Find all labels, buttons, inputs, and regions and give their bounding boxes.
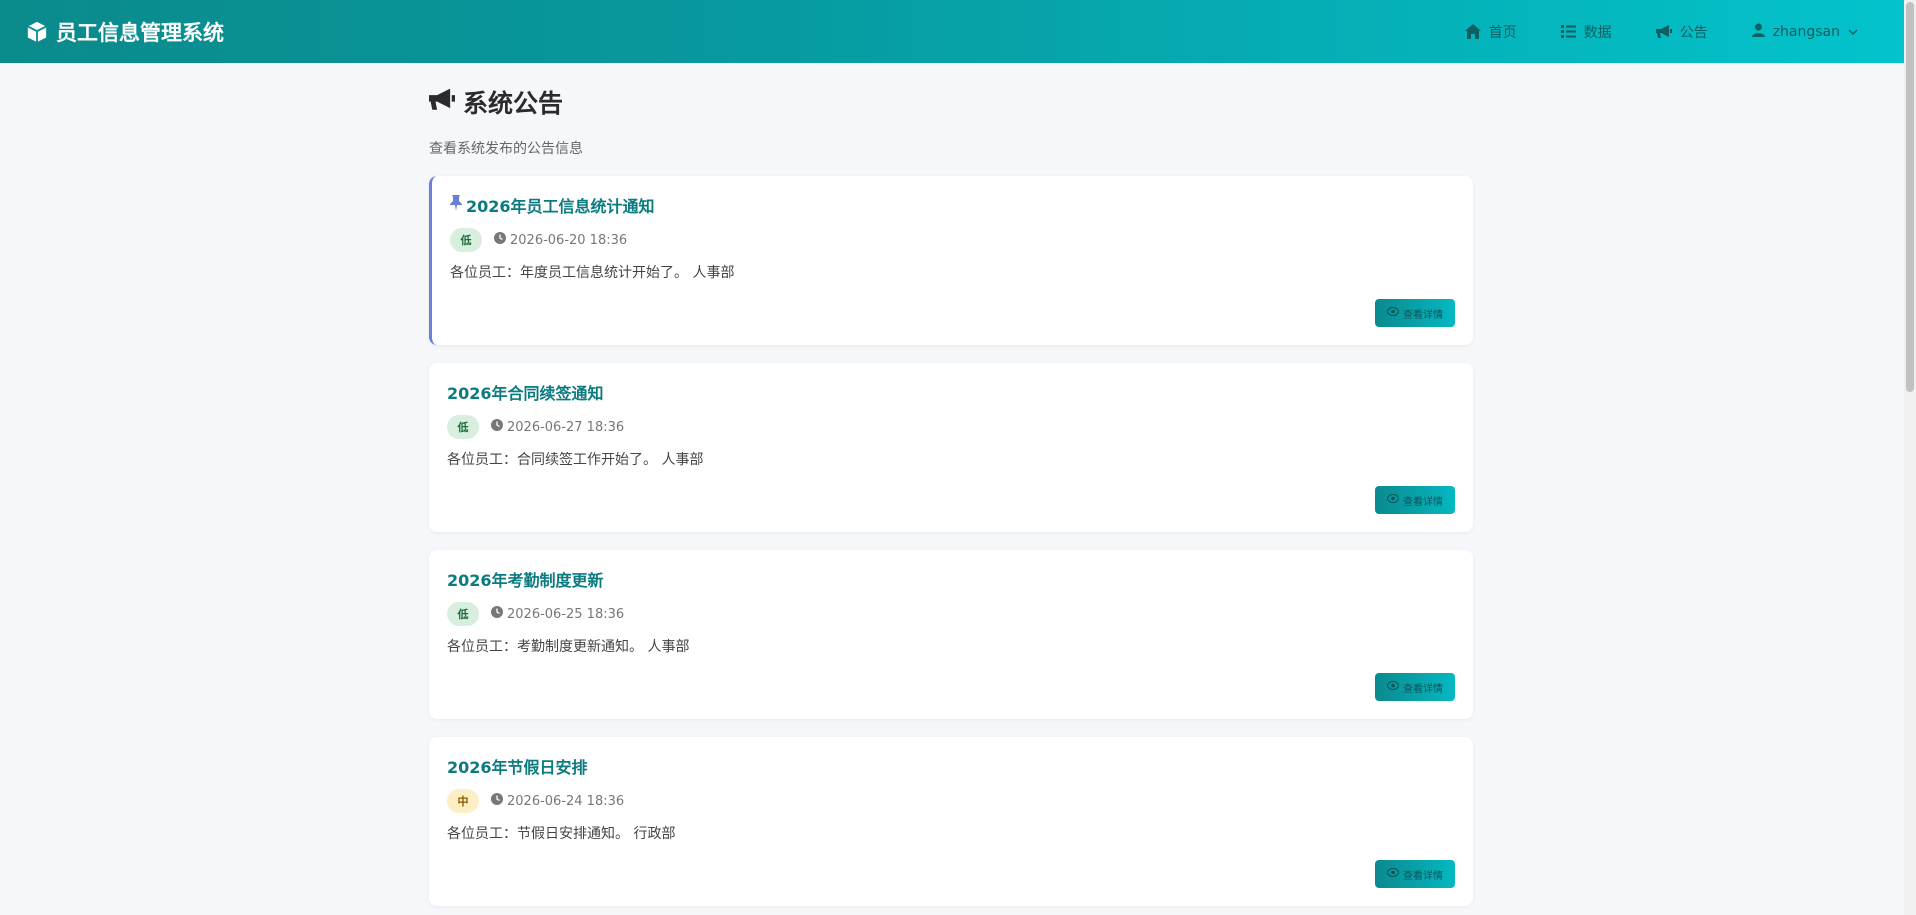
publish-time-text: 2026-06-24 18:36	[507, 793, 625, 809]
publish-time-text: 2026-06-20 18:36	[510, 232, 628, 248]
publish-time-text: 2026-06-27 18:36	[507, 419, 625, 435]
card-meta: 低 2026-06-20 18:36	[450, 228, 1455, 252]
announcement-card: 2026年员工信息统计通知 低 2026-06-20 18:36 各位员工：年度…	[429, 176, 1473, 345]
announcement-card: 2026年合同续签通知 低 2026-06-27 18:36 各位员工：合同续签…	[429, 363, 1473, 532]
user-icon	[1751, 23, 1765, 41]
priority-badge: 低	[447, 415, 479, 439]
home-icon	[1464, 24, 1481, 39]
announcement-title[interactable]: 2026年考勤制度更新	[447, 567, 604, 591]
megaphone-icon	[429, 88, 455, 116]
clock-icon	[494, 232, 506, 248]
clock-icon	[491, 793, 503, 809]
card-title-row: 2026年合同续签通知	[447, 381, 1455, 403]
card-meta: 中 2026-06-24 18:36	[447, 789, 1455, 813]
nav-menu: 首页 数据 公告 zhangsan	[1464, 22, 1878, 42]
page-subtitle: 查看系统发布的公告信息	[429, 141, 583, 157]
page-header: 系统公告	[429, 80, 1473, 124]
eye-icon	[1386, 867, 1400, 880]
publish-time-text: 2026-06-25 18:36	[507, 606, 625, 622]
chevron-down-icon	[1848, 24, 1858, 40]
view-detail-button[interactable]: 查看详情	[1375, 486, 1455, 514]
card-title-row: 2026年员工信息统计通知	[450, 194, 1455, 216]
announcement-title[interactable]: 2026年节假日安排	[447, 754, 588, 778]
view-detail-button[interactable]: 查看详情	[1375, 299, 1455, 327]
pin-icon	[450, 195, 462, 215]
scrollbar-thumb[interactable]	[1906, 2, 1914, 392]
app-title: 员工信息管理系统	[56, 20, 224, 45]
announcement-list: 2026年员工信息统计通知 低 2026-06-20 18:36 各位员工：年度…	[429, 176, 1473, 906]
publish-time: 2026-06-27 18:36	[491, 419, 624, 435]
announcement-content: 各位员工：合同续签工作开始了。 人事部	[447, 452, 704, 468]
eye-icon	[1386, 680, 1400, 693]
view-detail-label: 查看详情	[1403, 496, 1443, 508]
nav-notice-label: 公告	[1679, 24, 1708, 41]
card-title-row: 2026年考勤制度更新	[447, 568, 1455, 590]
announcement-content: 各位员工：考勤制度更新通知。 人事部	[447, 639, 690, 655]
page-title: 系统公告	[463, 89, 564, 118]
user-menu[interactable]: zhangsan	[1751, 23, 1858, 41]
announcement-content: 各位员工：年度员工信息统计开始了。 人事部	[450, 265, 735, 281]
clock-icon	[491, 606, 503, 622]
priority-badge: 中	[447, 789, 479, 813]
main-content: 系统公告 查看系统发布的公告信息 2026年员工信息统计通知 低 2026-06…	[429, 80, 1473, 906]
cube-icon	[26, 21, 48, 43]
nav-home-label: 首页	[1488, 24, 1517, 41]
publish-time: 2026-06-24 18:36	[491, 793, 624, 809]
publish-time: 2026-06-25 18:36	[491, 606, 624, 622]
card-meta: 低 2026-06-27 18:36	[447, 415, 1455, 439]
top-navbar: 员工信息管理系统 首页 数据 公告 zhangsan	[0, 0, 1904, 63]
eye-icon	[1386, 306, 1400, 319]
announcement-card: 2026年考勤制度更新 低 2026-06-25 18:36 各位员工：考勤制度…	[429, 550, 1473, 719]
eye-icon	[1386, 493, 1400, 506]
list-icon	[1560, 25, 1576, 38]
announcement-card: 2026年节假日安排 中 2026-06-24 18:36 各位员工：节假日安排…	[429, 737, 1473, 906]
megaphone-icon	[1655, 24, 1672, 39]
view-detail-label: 查看详情	[1403, 683, 1443, 695]
publish-time: 2026-06-20 18:36	[494, 232, 627, 248]
page-scrollbar[interactable]	[1904, 0, 1916, 915]
nav-data[interactable]: 数据	[1560, 22, 1612, 42]
card-title-row: 2026年节假日安排	[447, 755, 1455, 777]
nav-data-label: 数据	[1583, 24, 1612, 41]
view-detail-button[interactable]: 查看详情	[1375, 673, 1455, 701]
nav-home[interactable]: 首页	[1464, 22, 1517, 42]
announcement-title[interactable]: 2026年合同续签通知	[447, 380, 604, 404]
priority-badge: 低	[447, 602, 479, 626]
brand[interactable]: 员工信息管理系统	[26, 17, 224, 47]
announcement-content: 各位员工：节假日安排通知。 行政部	[447, 826, 676, 842]
username: zhangsan	[1772, 23, 1840, 40]
priority-badge: 低	[450, 228, 482, 252]
view-detail-label: 查看详情	[1403, 309, 1443, 321]
view-detail-label: 查看详情	[1403, 870, 1443, 882]
card-meta: 低 2026-06-25 18:36	[447, 602, 1455, 626]
nav-notice[interactable]: 公告	[1655, 22, 1708, 42]
clock-icon	[491, 419, 503, 435]
view-detail-button[interactable]: 查看详情	[1375, 860, 1455, 888]
announcement-title[interactable]: 2026年员工信息统计通知	[466, 193, 655, 217]
